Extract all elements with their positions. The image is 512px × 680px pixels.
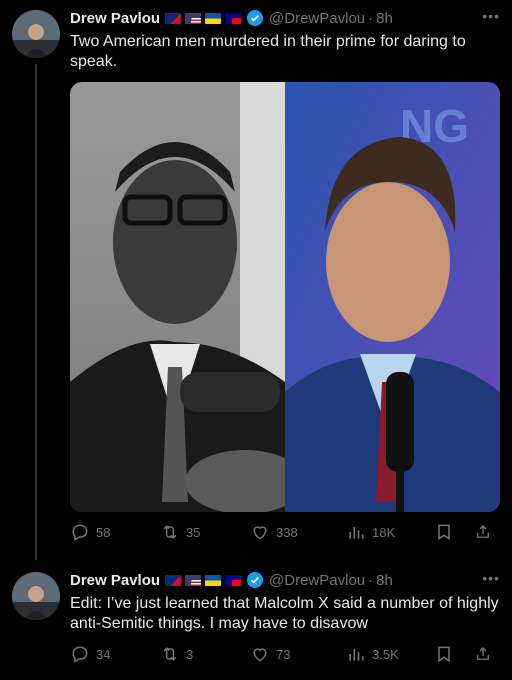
- bookmark-icon: [438, 524, 450, 541]
- reply-button[interactable]: 58: [70, 522, 160, 542]
- share-button[interactable]: [474, 522, 498, 542]
- reply-count: 58: [96, 524, 111, 540]
- verified-icon: [247, 10, 264, 26]
- reply-button[interactable]: 34: [70, 644, 160, 664]
- like-icon: [253, 526, 267, 540]
- repost-icon: [163, 525, 177, 539]
- like-button[interactable]: 73: [250, 644, 346, 664]
- repost-count: 35: [186, 524, 201, 540]
- more-icon[interactable]: •••: [482, 8, 500, 24]
- share-icon: [477, 525, 489, 538]
- like-button[interactable]: 338: [250, 522, 346, 542]
- repost-count: 3: [186, 646, 194, 662]
- reply-icon: [72, 646, 88, 663]
- views-button[interactable]: 18K: [346, 522, 434, 542]
- like-count: 73: [276, 646, 291, 662]
- author-handle[interactable]: @DrewPavlou: [269, 10, 365, 27]
- tweet-2[interactable]: Drew Pavlou @DrewPavlou · 8h ••• Edit: I…: [0, 560, 512, 680]
- views-icon: [349, 527, 364, 539]
- more-icon[interactable]: •••: [482, 570, 500, 586]
- taiwan-flag-icon: [225, 12, 242, 24]
- repost-button[interactable]: 3: [160, 644, 250, 664]
- tweet-header: Drew Pavlou @DrewPavlou · 8h: [70, 570, 393, 590]
- bookmark-icon: [438, 646, 450, 663]
- share-icon: [477, 647, 489, 660]
- tweet-actions: 34 3 73 3.5K: [70, 644, 500, 664]
- repost-icon: [163, 647, 177, 661]
- photo: NG: [70, 82, 500, 512]
- reply-icon: [72, 524, 88, 541]
- tweet-text: Edit: I’ve just learned that Malcolm X s…: [70, 595, 499, 632]
- avatar[interactable]: [12, 10, 60, 58]
- separator: ·: [368, 571, 374, 589]
- tweet-1[interactable]: Drew Pavlou @DrewPavlou · 8h ••• Two Ame…: [0, 0, 512, 560]
- usa-flag-icon: [185, 574, 202, 586]
- usa-flag-icon: [185, 12, 202, 24]
- timestamp[interactable]: 8h: [376, 572, 393, 589]
- verified-icon: [247, 572, 264, 588]
- tweet-actions: 58 35 338 18K: [70, 522, 500, 542]
- reply-count: 34: [96, 646, 111, 662]
- timestamp[interactable]: 8h: [376, 10, 393, 27]
- repost-button[interactable]: 35: [160, 522, 250, 542]
- ukraine-flag-icon: [205, 12, 222, 24]
- tweet-image[interactable]: NG: [70, 82, 500, 512]
- australia-flag-icon: [165, 574, 182, 586]
- like-count: 338: [276, 524, 298, 540]
- author-handle[interactable]: @DrewPavlou: [269, 572, 365, 589]
- share-button[interactable]: [474, 644, 498, 664]
- tweet-text: Two American men murdered in their prime…: [70, 33, 466, 70]
- thread-line: [35, 64, 37, 560]
- australia-flag-icon: [165, 12, 182, 24]
- view-count: 18K: [372, 524, 396, 540]
- author-name[interactable]: Drew Pavlou: [70, 10, 160, 27]
- views-icon: [349, 649, 364, 661]
- ukraine-flag-icon: [205, 574, 222, 586]
- separator: ·: [368, 9, 374, 27]
- like-icon: [253, 648, 267, 662]
- tweet-header: Drew Pavlou @DrewPavlou · 8h: [70, 8, 393, 28]
- taiwan-flag-icon: [225, 574, 242, 586]
- avatar[interactable]: [12, 572, 60, 620]
- bookmark-button[interactable]: [434, 644, 474, 664]
- view-count: 3.5K: [372, 646, 399, 662]
- author-name[interactable]: Drew Pavlou: [70, 572, 160, 589]
- views-button[interactable]: 3.5K: [346, 644, 434, 664]
- bookmark-button[interactable]: [434, 522, 474, 542]
